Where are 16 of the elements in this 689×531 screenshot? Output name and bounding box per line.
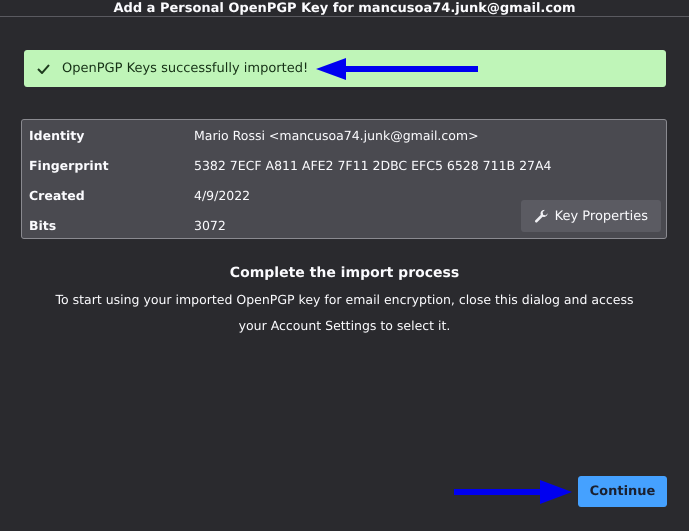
field-label: Bits [29,217,58,235]
checkmark-icon [37,64,50,74]
field-label: Identity [29,127,86,145]
field-value: 5382 7ECF A811 AFE2 7F11 2DBC EFC5 6528 711B 27A4 [194,157,552,175]
field-value: Mario Rossi <mancusoa74.junk@gmail.com> [194,127,480,145]
continue-button[interactable]: Continue [578,476,667,507]
field-value: 3072 [194,217,227,235]
field-value: 4/9/2022 [194,187,252,205]
section-heading: Complete the import process [228,265,460,281]
instruction-text: To start using your imported OpenPGP key for email encryption, close this dialog and access your Account Settings to select it. [54,291,634,335]
field-label: Created [29,187,86,205]
window-title: Add a Personal OpenPGP Key for mancusoa74.junk@gmail.com [113,1,576,16]
field-label: Fingerprint [29,157,110,175]
banner-message: OpenPGP Keys successfully imported! [62,61,308,76]
key-properties-button[interactable]: Key Properties [520,200,661,232]
wrench-icon [534,208,549,224]
